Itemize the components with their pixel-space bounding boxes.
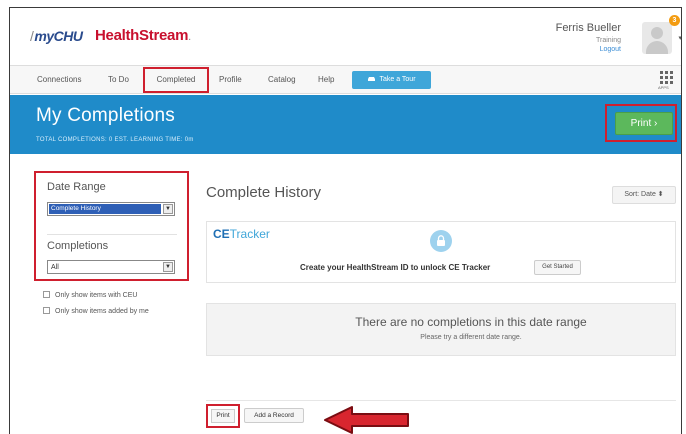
user-role: Training — [595, 37, 621, 44]
ce-tracker-message: Create your HealthStream ID to unlock CE… — [300, 263, 491, 272]
sort-dropdown[interactable]: Sort: Date ⬍ — [612, 186, 676, 204]
checkbox-icon — [43, 291, 50, 298]
car-icon — [368, 77, 376, 81]
add-record-button[interactable]: Add a Record — [244, 408, 304, 423]
filter-panel: Date Range Complete History ▼ Completion… — [34, 171, 189, 281]
ce-tracker-logo: CETracker — [213, 227, 270, 241]
date-range-select[interactable]: Complete History ▼ — [47, 202, 175, 216]
ce-tracker-card: CETracker Create your HealthStream ID to… — [206, 221, 676, 283]
print-button-top[interactable]: Print › — [615, 112, 673, 135]
date-range-value: Complete History — [49, 204, 161, 214]
completion-stats: TOTAL COMPLETIONS: 0 EST. LEARNING TIME:… — [36, 137, 194, 143]
chevron-down-icon[interactable]: ▾ — [678, 34, 681, 42]
nav-connections[interactable]: Connections — [37, 75, 81, 84]
apps-label: APPS — [658, 85, 669, 90]
get-started-button[interactable]: Get Started — [534, 260, 581, 275]
date-range-label: Date Range — [47, 181, 106, 193]
apps-menu[interactable]: APPS — [657, 70, 675, 92]
nav-completed[interactable]: Completed — [143, 67, 209, 93]
logout-link[interactable]: Logout — [600, 46, 621, 53]
print-button-bottom[interactable]: Print — [211, 409, 235, 423]
nav-profile[interactable]: Profile — [219, 75, 242, 84]
highlight-box-print-bottom: Print — [206, 404, 240, 428]
nav-help[interactable]: Help — [318, 75, 334, 84]
content-area: Date Range Complete History ▼ Completion… — [10, 154, 681, 434]
avatar-head — [651, 27, 663, 39]
app-window: /myCHU HealthStream. Ferris Bueller Trai… — [9, 7, 682, 434]
chevron-down-icon: ▼ — [163, 262, 173, 272]
divider — [206, 400, 676, 401]
lock-icon — [430, 230, 452, 252]
healthstream-logo: HealthStream. — [95, 27, 191, 44]
checkbox-icon — [43, 307, 50, 314]
main-nav: Connections To Do Completed Profile Cata… — [10, 65, 681, 94]
empty-state-subtitle: Please try a different date range. — [420, 334, 522, 341]
divider — [47, 234, 177, 235]
chevron-down-icon: ▼ — [163, 204, 173, 214]
completions-value: All — [51, 264, 59, 271]
ceu-filter-checkbox[interactable]: Only show items with CEU — [43, 291, 137, 299]
highlight-box-print-top: Print › — [605, 104, 677, 142]
section-title: Complete History — [206, 184, 322, 201]
take-a-tour-button[interactable]: Take a Tour — [352, 71, 431, 89]
page-banner: My Completions TOTAL COMPLETIONS: 0 EST.… — [10, 95, 681, 154]
empty-state: There are no completions in this date ra… — [206, 303, 676, 356]
nav-completed-label: Completed — [156, 75, 196, 84]
completions-label: Completions — [47, 240, 109, 252]
mychu-logo[interactable]: /myCHU — [30, 28, 83, 44]
red-arrow-annotation — [324, 406, 409, 434]
notification-badge[interactable]: 3 — [669, 15, 680, 26]
completions-select[interactable]: All ▼ — [47, 260, 175, 274]
avatar-body — [646, 41, 668, 54]
empty-state-title: There are no completions in this date ra… — [355, 315, 587, 329]
nav-catalog[interactable]: Catalog — [268, 75, 296, 84]
page-title: My Completions — [36, 105, 176, 126]
avatar[interactable] — [642, 22, 672, 54]
apps-grid-icon — [660, 71, 673, 84]
added-by-me-checkbox[interactable]: Only show items added by me — [43, 307, 149, 315]
header: /myCHU HealthStream. Ferris Bueller Trai… — [10, 8, 681, 64]
user-name: Ferris Bueller — [555, 22, 621, 34]
nav-to-do[interactable]: To Do — [108, 75, 129, 84]
